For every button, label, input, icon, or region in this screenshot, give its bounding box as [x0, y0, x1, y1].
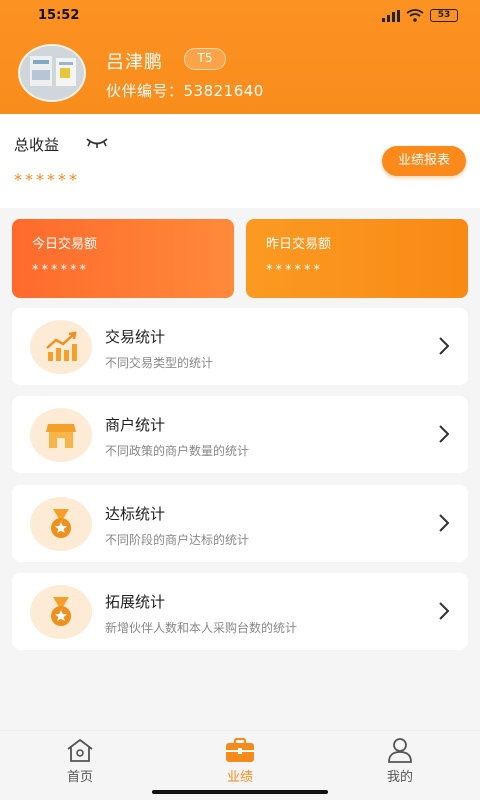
tab-mine[interactable]: 我的 [360, 737, 440, 793]
menu-item-title: 拓展统计 [105, 593, 166, 611]
menu-item-subtitle: 新增伙伴人数和本人采购台数的统计 [105, 621, 298, 635]
store-icon [30, 408, 92, 462]
chevron-right-icon [439, 602, 450, 620]
today-volume-value: ****** [32, 263, 89, 278]
trend-chart-icon [30, 320, 92, 374]
menu-item-target-stats[interactable]: 达标统计 不同阶段的商户达标的统计 [12, 485, 468, 562]
menu-item-title: 达标统计 [105, 505, 166, 523]
today-volume-card[interactable]: 今日交易额 ****** [12, 219, 234, 298]
menu-item-merchant-stats[interactable]: 商户统计 不同政策的商户数量的统计 [12, 396, 468, 473]
home-icon [67, 738, 93, 762]
user-icon [388, 738, 412, 763]
profile-header: 15:52 53 吕津鹏 T5 伙伴编号：53821640 [0, 0, 480, 114]
battery-icon: 53 [430, 9, 458, 22]
tab-label: 业绩 [226, 770, 253, 785]
level-badge: T5 [184, 48, 226, 70]
status-bar: 15:52 53 [0, 0, 480, 32]
briefcase-icon [226, 738, 254, 762]
medal-icon [30, 497, 92, 551]
status-time: 15:52 [38, 8, 80, 23]
user-name: 吕津鹏 [106, 52, 163, 73]
chevron-right-icon [439, 514, 450, 532]
menu-item-subtitle: 不同政策的商户数量的统计 [105, 444, 250, 458]
tab-home[interactable]: 首页 [40, 737, 120, 793]
menu-item-subtitle: 不同交易类型的统计 [105, 356, 214, 370]
eye-closed-icon[interactable] [84, 136, 110, 150]
menu-item-transaction-stats[interactable]: 交易统计 不同交易类型的统计 [12, 308, 468, 385]
yesterday-volume-label: 昨日交易额 [266, 237, 332, 252]
chevron-right-icon [439, 337, 450, 355]
today-volume-label: 今日交易额 [32, 237, 98, 252]
menu-item-title: 商户统计 [105, 416, 166, 434]
status-icons: 53 [382, 9, 458, 22]
yesterday-volume-value: ****** [266, 263, 323, 278]
partner-id: 伙伴编号：53821640 [106, 82, 264, 100]
total-earnings-label: 总收益 [14, 136, 60, 154]
performance-report-button[interactable]: 业绩报表 [382, 146, 466, 176]
tab-performance[interactable]: 业绩 [200, 737, 280, 793]
chevron-right-icon [439, 425, 450, 443]
yesterday-volume-card[interactable]: 昨日交易额 ****** [246, 219, 468, 298]
avatar[interactable] [18, 44, 86, 102]
total-earnings-value: ****** [14, 170, 80, 189]
wifi-icon [406, 9, 424, 22]
menu-item-title: 交易统计 [105, 328, 166, 346]
signal-icon [382, 9, 400, 22]
earnings-summary: 总收益 ****** 业绩报表 [0, 114, 480, 208]
tab-label: 我的 [386, 770, 413, 785]
home-indicator [152, 790, 328, 794]
menu-item-subtitle: 不同阶段的商户达标的统计 [105, 533, 250, 547]
medal-icon [30, 585, 92, 639]
tab-label: 首页 [66, 770, 93, 785]
menu-item-expansion-stats[interactable]: 拓展统计 新增伙伴人数和本人采购台数的统计 [12, 573, 468, 650]
